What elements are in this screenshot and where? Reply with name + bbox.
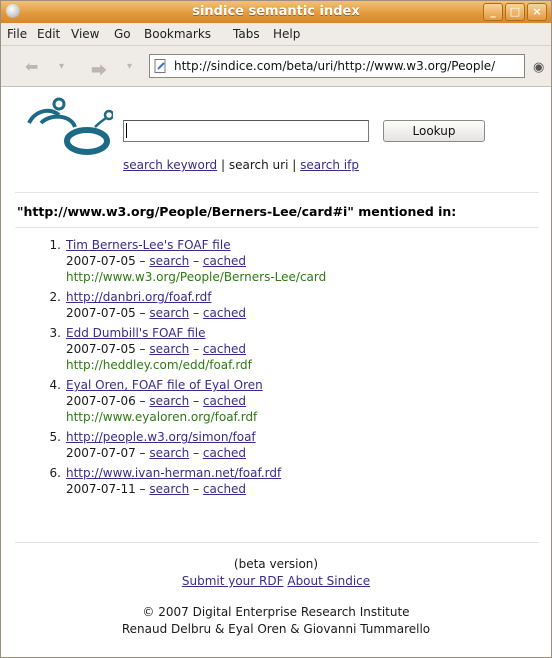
result-cached-link[interactable]: cached [203, 446, 246, 460]
result-number: 2. [49, 290, 61, 304]
footer-beta: (beta version) [233, 557, 319, 571]
result-search-link[interactable]: search [149, 342, 189, 356]
forward-icon[interactable]: ⮕ [91, 57, 107, 81]
menu-bar: File Edit View Go Bookmarks Tabs Help [1, 23, 551, 46]
window-title: sindice semantic index [192, 4, 360, 19]
page-content: Lookup search keyword | search uri | sea… [1, 87, 551, 657]
result-title-link[interactable]: http://www.ivan-herman.net/foaf.rdf [66, 466, 281, 480]
result-date: 2007-07-05 – [66, 342, 150, 356]
results-list: 1. Tim Berners-Lee's FOAF file 2007-07-0… [35, 237, 535, 501]
result-title-link[interactable]: http://people.w3.org/simon/foaf [66, 430, 256, 444]
footer-links: Submit your RDF About Sindice [1, 573, 551, 590]
menu-view[interactable]: View [71, 27, 99, 41]
search-mode-links: search keyword | search uri | search ifp [123, 158, 359, 172]
back-icon[interactable]: ⬅ [25, 57, 38, 76]
list-item: 2. http://danbri.org/foaf.rdf 2007-07-05… [35, 289, 535, 321]
search-ifp-link[interactable]: search ifp [300, 158, 359, 172]
go-icon[interactable]: ◉ [533, 60, 544, 75]
menu-go[interactable]: Go [114, 27, 131, 41]
about-sindice-link[interactable]: About Sindice [287, 574, 370, 588]
result-url: http://heddley.com/edd/foaf.rdf [66, 358, 252, 372]
result-date: 2007-07-07 – [66, 446, 150, 460]
menu-edit[interactable]: Edit [37, 27, 60, 41]
address-bar[interactable]: http://sindice.com/beta/uri/http://www.w… [149, 54, 525, 78]
result-search-link[interactable]: search [149, 446, 189, 460]
dash: – [189, 306, 203, 320]
lookup-button[interactable]: Lookup [383, 120, 485, 142]
back-history-icon[interactable]: ▾ [59, 61, 64, 72]
result-date: 2007-07-05 – [66, 306, 150, 320]
result-cached-link[interactable]: cached [203, 394, 246, 408]
result-search-link[interactable]: search [149, 254, 189, 268]
result-search-link[interactable]: search [149, 306, 189, 320]
search-input[interactable] [123, 120, 369, 142]
menu-tabs[interactable]: Tabs [233, 27, 260, 41]
menu-help[interactable]: Help [273, 27, 300, 41]
text-caret [126, 123, 127, 138]
divider [15, 542, 539, 543]
divider [15, 227, 539, 228]
footer-authors: Renaud Delbru & Eyal Oren & Giovanni Tum… [121, 622, 431, 636]
list-item: 5. http://people.w3.org/simon/foaf 2007-… [35, 429, 535, 461]
result-number: 6. [49, 466, 61, 480]
result-cached-link[interactable]: cached [203, 254, 246, 268]
dash: – [189, 446, 203, 460]
result-title-link[interactable]: Tim Berners-Lee's FOAF file [66, 238, 231, 252]
search-uri-current: search uri [228, 158, 289, 172]
result-number: 1. [49, 238, 61, 252]
result-url: http://www.eyaloren.org/foaf.rdf [66, 410, 258, 424]
list-item: 1. Tim Berners-Lee's FOAF file 2007-07-0… [35, 237, 535, 285]
divider [15, 192, 539, 193]
result-cached-link[interactable]: cached [203, 342, 246, 356]
results-heading: "http://www.w3.org/People/Berners-Lee/ca… [17, 204, 457, 219]
result-date: 2007-07-05 – [66, 254, 150, 268]
browser-window: sindice semantic index _ □ × File Edit V… [0, 0, 552, 658]
result-title-link[interactable]: http://danbri.org/foaf.rdf [66, 290, 211, 304]
search-keyword-link[interactable]: search keyword [123, 158, 217, 172]
mode-separator: | [288, 158, 301, 172]
address-text[interactable]: http://sindice.com/beta/uri/http://www.w… [174, 59, 522, 73]
result-url: http://www.w3.org/People/Berners-Lee/car… [66, 270, 327, 284]
minimize-button[interactable]: _ [483, 3, 503, 21]
page-icon [154, 59, 166, 73]
menu-bookmarks[interactable]: Bookmarks [144, 27, 211, 41]
mode-separator: | [217, 158, 229, 172]
dash: – [189, 394, 203, 408]
result-search-link[interactable]: search [149, 482, 189, 496]
window-controls: _ □ × [483, 3, 547, 21]
result-number: 5. [49, 430, 61, 444]
maximize-button[interactable]: □ [505, 3, 525, 21]
forward-history-icon[interactable]: ▾ [127, 61, 132, 72]
navigation-toolbar: ⬅ ▾ ⮕ ▾ http://sindice.com/beta/uri/http… [1, 46, 551, 87]
result-date: 2007-07-06 – [66, 394, 150, 408]
menu-file[interactable]: File [7, 27, 27, 41]
result-date: 2007-07-11 – [66, 482, 150, 496]
dash: – [189, 342, 203, 356]
dash: – [189, 482, 203, 496]
result-number: 4. [49, 378, 61, 392]
dash: – [189, 254, 203, 268]
list-item: 6. http://www.ivan-herman.net/foaf.rdf 2… [35, 465, 535, 497]
list-item: 3. Edd Dumbill's FOAF file 2007-07-05 – … [35, 325, 535, 373]
footer-copyright: © 2007 Digital Enterprise Research Insti… [142, 605, 410, 619]
result-title-link[interactable]: Edd Dumbill's FOAF file [66, 326, 206, 340]
submit-rdf-link[interactable]: Submit your RDF [182, 574, 284, 588]
result-search-link[interactable]: search [149, 394, 189, 408]
sindice-logo [27, 97, 113, 155]
close-button[interactable]: × [527, 3, 547, 21]
result-number: 3. [49, 326, 61, 340]
list-item: 4. Eyal Oren, FOAF file of Eyal Oren 200… [35, 377, 535, 425]
title-bar[interactable]: sindice semantic index _ □ × [1, 1, 551, 23]
result-cached-link[interactable]: cached [203, 306, 246, 320]
result-title-link[interactable]: Eyal Oren, FOAF file of Eyal Oren [66, 378, 263, 392]
result-cached-link[interactable]: cached [203, 482, 246, 496]
